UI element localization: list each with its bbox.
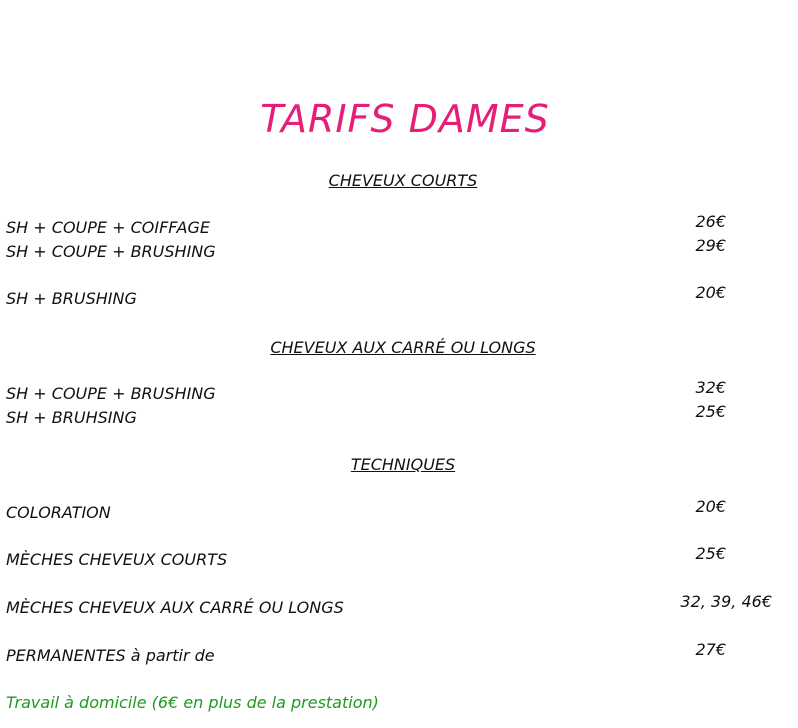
service-item: COLORATION (6, 503, 111, 522)
service-price: 32, 39, 46€ (680, 592, 772, 611)
service-item: MÈCHES CHEVEUX COURTS (6, 550, 228, 569)
service-item: PERMANENTES à partir de (6, 646, 215, 665)
service-price: 27€ (695, 640, 726, 659)
service-item: SH + BRUHSING (6, 408, 137, 427)
service-price: 25€ (695, 544, 726, 563)
page-title: TARIFS DAMES (260, 97, 550, 141)
service-price: 32€ (695, 378, 726, 397)
service-item: SH + COUPE + COIFFAGE (6, 218, 210, 237)
home-service-note: Travail à domicile (6€ en plus de la pre… (6, 693, 379, 712)
section-heading-cheveux-aux-carre-ou-longs: CHEVEUX AUX CARRÉ OU LONGS (270, 338, 536, 357)
section-heading-techniques: TECHNIQUES (350, 455, 456, 474)
service-item: MÈCHES CHEVEUX AUX CARRÉ OU LONGS (6, 598, 344, 617)
service-item: SH + COUPE + BRUSHING (6, 242, 216, 261)
service-item: SH + COUPE + BRUSHING (6, 384, 216, 403)
service-price: 29€ (695, 236, 726, 255)
service-price: 25€ (695, 402, 726, 421)
service-price: 20€ (695, 283, 726, 302)
service-price: 26€ (695, 212, 726, 231)
service-price: 20€ (695, 497, 726, 516)
section-heading-cheveux-courts: CHEVEUX COURTS (328, 171, 478, 190)
service-item: SH + BRUSHING (6, 289, 137, 308)
